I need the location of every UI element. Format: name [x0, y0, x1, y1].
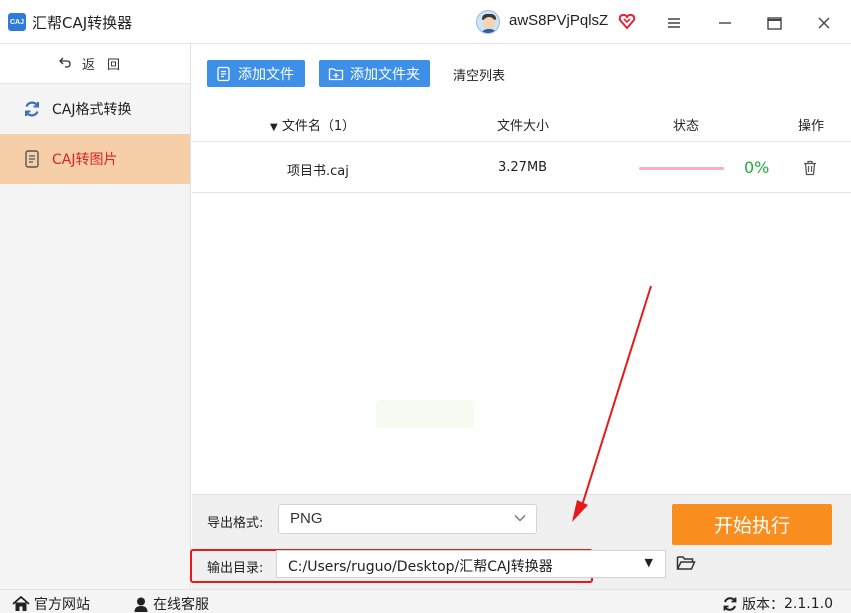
add-folder-button[interactable]: 添加文件夹 [319, 60, 430, 87]
export-format-select[interactable]: PNG [278, 504, 537, 534]
file-table-header: ▼ 文件名（1） 文件大小 状态 操作 [192, 104, 851, 142]
back-button[interactable]: 返回 [0, 44, 190, 84]
dropdown-arrow-icon[interactable]: ▼ [645, 556, 653, 569]
column-filename[interactable]: ▼ 文件名（1） [270, 115, 355, 134]
app-logo-icon: CAJ [8, 13, 26, 31]
home-icon [12, 596, 30, 611]
version-label: 版本： [742, 597, 784, 613]
output-directory-path: C:/Users/ruguo/Desktop/汇帮CAJ转换器 [288, 559, 553, 575]
update-icon [723, 597, 737, 611]
add-file-icon [217, 66, 230, 81]
add-file-label: 添加文件 [238, 66, 294, 83]
maximize-icon [766, 16, 782, 30]
column-filesize: 文件大小 [497, 119, 550, 134]
start-button[interactable]: 开始执行 [672, 504, 832, 545]
sidebar-item-caj-to-image[interactable]: CAJ转图片 [0, 134, 190, 184]
output-directory-label: 输出目录: [207, 561, 264, 576]
sidebar: 返回 CAJ格式转换 CAJ转图片 [0, 44, 191, 589]
vip-heart-icon[interactable] [618, 12, 636, 30]
progress-bar [639, 167, 724, 170]
refresh-icon [22, 99, 42, 119]
add-folder-icon [328, 67, 344, 80]
online-service-link[interactable]: 在线客服 [133, 594, 209, 613]
folder-icon[interactable] [676, 554, 696, 572]
close-button[interactable] [811, 10, 837, 36]
chevron-down-icon [514, 511, 526, 525]
online-service-label: 在线客服 [153, 597, 209, 613]
faint-placeholder [376, 400, 474, 428]
username[interactable]: awS8PVjPqlsZ [509, 12, 608, 29]
title-bar: CAJ 汇帮CAJ转换器 awS8PVjPqlsZ [0, 0, 851, 44]
minimize-icon [719, 22, 731, 24]
column-status: 状态 [673, 119, 700, 134]
document-icon [22, 149, 42, 169]
user-avatar[interactable] [476, 10, 500, 34]
trash-icon[interactable] [803, 160, 817, 176]
clear-list-button[interactable]: 清空列表 [453, 65, 505, 84]
add-file-button[interactable]: 添加文件 [207, 60, 305, 87]
menu-button[interactable] [661, 10, 687, 36]
official-website-label: 官方网站 [34, 597, 90, 613]
sidebar-item-caj-format-convert[interactable]: CAJ格式转换 [0, 84, 190, 134]
add-folder-label: 添加文件夹 [350, 66, 420, 83]
progress-percent: 0% [744, 158, 770, 177]
hamburger-icon [668, 18, 680, 28]
output-directory-input[interactable]: C:/Users/ruguo/Desktop/汇帮CAJ转换器 ▼ [276, 550, 666, 578]
app-title: 汇帮CAJ转换器 [32, 14, 133, 32]
official-website-link[interactable]: 官方网站 [12, 594, 90, 613]
close-icon [818, 17, 830, 29]
version-number: 2.1.1.0 [784, 596, 833, 612]
minimize-button[interactable] [712, 10, 738, 36]
file-size: 3.27MB [498, 160, 548, 175]
customer-service-icon [134, 597, 148, 612]
status-bar: 官方网站 在线客服 版本： 2.1.1.0 [0, 589, 851, 613]
column-filename-label: 文件名（1） [281, 119, 356, 134]
maximize-button[interactable] [761, 10, 787, 36]
sort-down-icon: ▼ [270, 122, 278, 133]
column-action: 操作 [798, 119, 825, 134]
sidebar-item-label: CAJ转图片 [52, 152, 118, 168]
back-label: 返回 [81, 58, 132, 73]
back-arrow-icon [58, 56, 72, 72]
version-info: 版本： 2.1.1.0 [722, 594, 833, 613]
export-format-value: PNG [290, 510, 323, 527]
sidebar-item-label: CAJ格式转换 [52, 102, 132, 118]
export-settings-panel: 导出格式: PNG 开始执行 输出目录: C:/Users/ruguo/Desk… [190, 494, 851, 589]
export-format-label: 导出格式: [207, 516, 264, 531]
table-row[interactable]: 项目书.caj 3.27MB 0% [192, 143, 851, 193]
file-name: 项目书.caj [287, 164, 349, 179]
